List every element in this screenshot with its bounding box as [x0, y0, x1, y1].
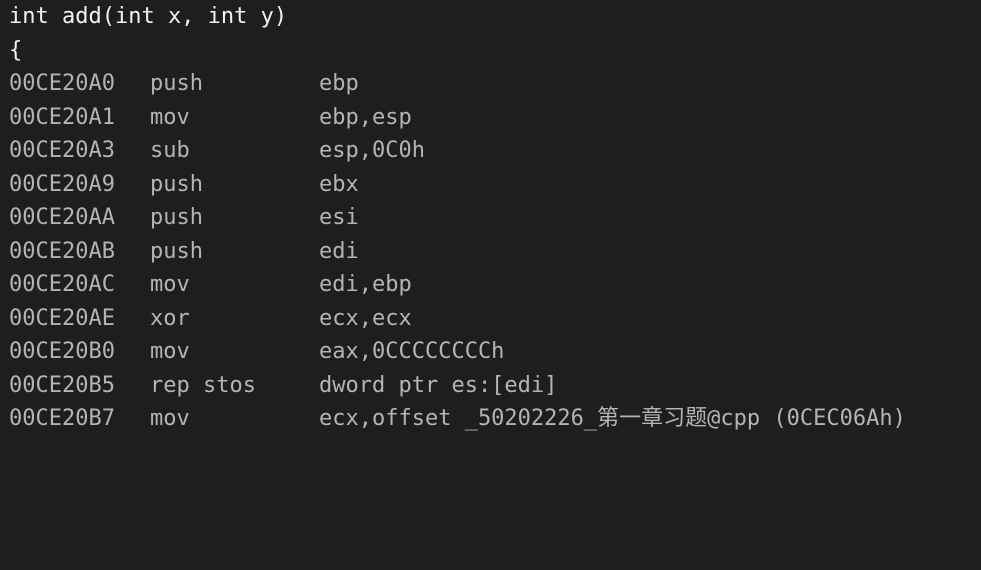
instruction-operands: ecx,offset _50202226_第一章习题@cpp (0CEC06Ah…: [319, 406, 906, 431]
instruction-mnemonic: push: [150, 205, 203, 230]
instruction-operands: ebp,esp: [319, 104, 412, 130]
instruction-operands: eax,0CCCCCCCCh: [319, 339, 505, 364]
instruction-row: 00CE20AA push esi: [9, 201, 981, 235]
instruction-address: 00CE20B7: [9, 406, 115, 431]
source-line-open-brace: {: [9, 37, 23, 63]
instruction-row: 00CE20AC mov edi,ebp: [9, 268, 981, 302]
instruction-address: 00CE20B5: [9, 372, 115, 398]
instruction-address: 00CE20B0: [9, 339, 115, 364]
instruction-row: 00CE20B7 mov ecx,offset _50202226_第一章习题@…: [9, 402, 981, 436]
instruction-mnemonic: xor: [150, 305, 190, 331]
instruction-row: 00CE20B0 mov eax,0CCCCCCCCh: [9, 335, 981, 369]
instruction-mnemonic: mov: [150, 104, 190, 130]
instruction-address: 00CE20AC: [9, 272, 115, 297]
instruction-operands: edi,ebp: [319, 272, 412, 297]
instruction-address: 00CE20AE: [9, 305, 115, 331]
instruction-mnemonic: push: [150, 238, 203, 264]
instruction-mnemonic: push: [150, 171, 203, 197]
instruction-mnemonic: mov: [150, 339, 190, 364]
instruction-address: 00CE20A0: [9, 71, 115, 96]
instruction-row: 00CE20A9 push ebx: [9, 168, 981, 202]
instruction-operands: edi: [319, 238, 359, 264]
instruction-address: 00CE20A1: [9, 104, 115, 130]
instruction-row: 00CE20AB push edi: [9, 235, 981, 269]
disassembly-view[interactable]: int add(int x, int y) { 00CE20A0 push eb…: [0, 0, 981, 431]
instruction-operands: dword ptr es:[edi]: [319, 372, 558, 398]
instruction-row: 00CE20A1 mov ebp,esp: [9, 101, 981, 135]
instruction-row: 00CE20A3 sub esp,0C0h: [9, 134, 981, 168]
instruction-address: 00CE20A3: [9, 138, 115, 163]
instruction-mnemonic: mov: [150, 406, 190, 431]
instruction-operands: esp,0C0h: [319, 138, 425, 163]
instruction-operands: ebp: [319, 71, 359, 96]
instruction-address: 00CE20AB: [9, 238, 115, 264]
instruction-operands: ecx,ecx: [319, 305, 412, 331]
instruction-row: 00CE20A0 push ebp: [9, 67, 981, 101]
instruction-address: 00CE20A9: [9, 171, 115, 197]
instruction-address: 00CE20AA: [9, 205, 115, 230]
instruction-operands: esi: [319, 205, 359, 230]
instruction-operands: ebx: [319, 171, 359, 197]
instruction-mnemonic: push: [150, 71, 203, 96]
instruction-row: 00CE20AE xor ecx,ecx: [9, 302, 981, 336]
instruction-row: 00CE20B5 rep stos dword ptr es:[edi]: [9, 369, 981, 403]
instruction-mnemonic: rep stos: [150, 372, 256, 398]
instruction-mnemonic: sub: [150, 138, 190, 163]
instruction-mnemonic: mov: [150, 272, 190, 297]
source-line-signature: int add(int x, int y): [9, 4, 288, 29]
